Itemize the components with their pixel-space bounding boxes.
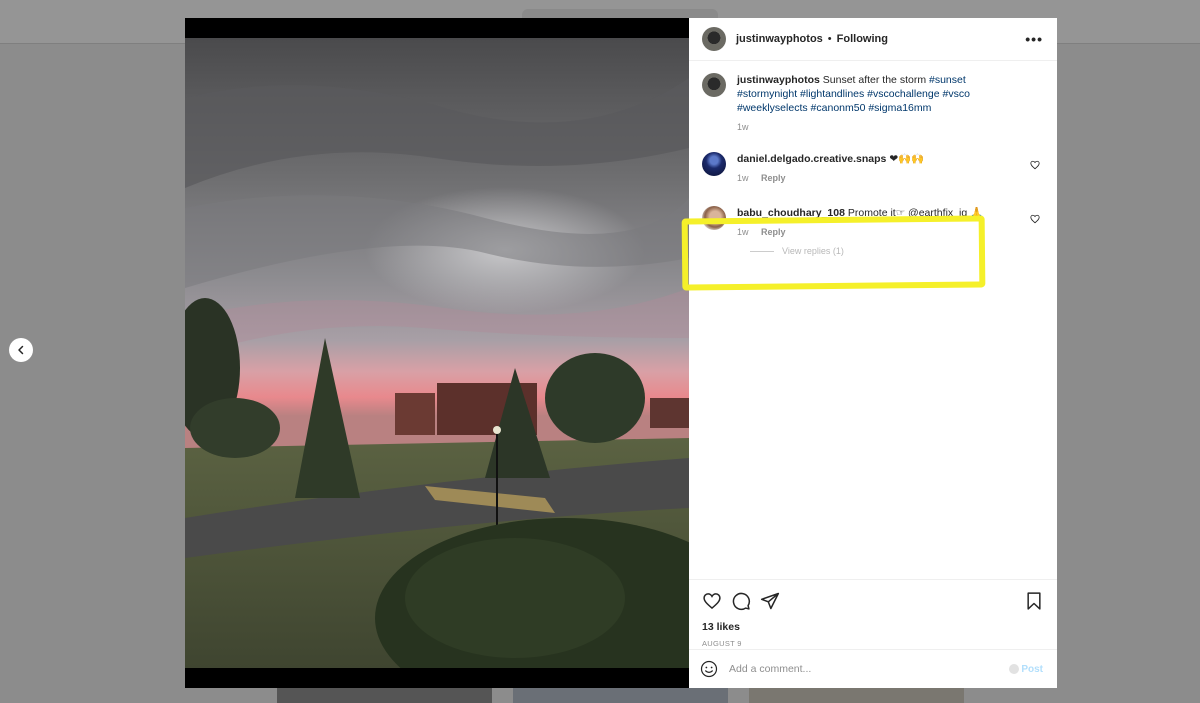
comment-text: ❤🙌🙌 [889,153,925,165]
post-header: justinwayphotos • Following ••• [689,18,1057,61]
commenter-avatar[interactable] [702,152,726,176]
comment-composer: Post [689,649,1057,688]
comment-input[interactable] [729,663,1010,675]
yellow-highlight-annotation [681,215,986,291]
chevron-left-icon [18,345,24,355]
background-thumbnail [277,688,492,703]
post-actions: 13 likes AUGUST 9 [689,579,1057,648]
bookmark-icon[interactable] [1024,591,1044,611]
previous-post-button[interactable] [9,338,33,362]
caption: justinwayphotos Sunset after the storm #… [702,73,1044,134]
author-avatar[interactable] [702,27,726,51]
emoji-icon[interactable] [700,660,718,678]
post-indicator-icon [1009,664,1020,674]
caption-time[interactable]: 1w [737,122,749,132]
commenter-username[interactable]: daniel.delgado.creative.snaps [737,153,886,165]
likes-count[interactable]: 13 likes [702,621,1044,633]
more-options-icon[interactable]: ••• [1025,31,1043,47]
post-date[interactable]: AUGUST 9 [702,639,1044,648]
post-photo[interactable] [185,38,689,668]
heart-icon[interactable] [702,591,722,611]
caption-username[interactable]: justinwayphotos [737,74,820,86]
post-label: Post [1021,663,1043,675]
hashtag-link[interactable]: #weeklyselects [737,102,808,114]
hashtag-link[interactable]: #vsco [942,88,969,100]
author-username[interactable]: justinwayphotos [736,33,823,45]
hashtag-link[interactable]: #vscochallenge [867,88,939,100]
background-thumbnail [749,688,964,703]
comment-like-heart-icon[interactable] [1030,214,1040,224]
comment-time[interactable]: 1w [737,173,749,183]
hashtag-link[interactable]: #stormynight [737,88,797,100]
comment-like-heart-icon[interactable] [1030,160,1040,170]
post-comment-button[interactable]: Post [1009,664,1043,675]
post-modal: justinwayphotos • Following ••• justinwa… [185,18,1057,688]
background-thumbnail [513,688,728,703]
share-icon[interactable] [760,591,780,611]
hashtag-link[interactable]: #lightandlines [800,88,864,100]
comments-list: justinwayphotos Sunset after the storm #… [681,61,1057,598]
comment-item: daniel.delgado.creative.snaps ❤🙌🙌 1w Rep… [702,152,1044,185]
comment-icon[interactable] [731,591,751,611]
hashtag-link[interactable]: #sunset [929,74,966,86]
caption-avatar[interactable] [702,73,726,97]
post-sidebar: justinwayphotos • Following ••• justinwa… [681,18,1057,688]
hashtag-link[interactable]: #canonm50 [811,102,866,114]
separator-dot: • [827,33,832,45]
caption-text: Sunset after the storm [822,74,927,86]
following-button[interactable]: Following [837,33,888,45]
reply-button[interactable]: Reply [761,173,786,183]
sunset-photo-image [185,38,689,668]
hashtag-link[interactable]: #sigma16mm [868,102,931,114]
